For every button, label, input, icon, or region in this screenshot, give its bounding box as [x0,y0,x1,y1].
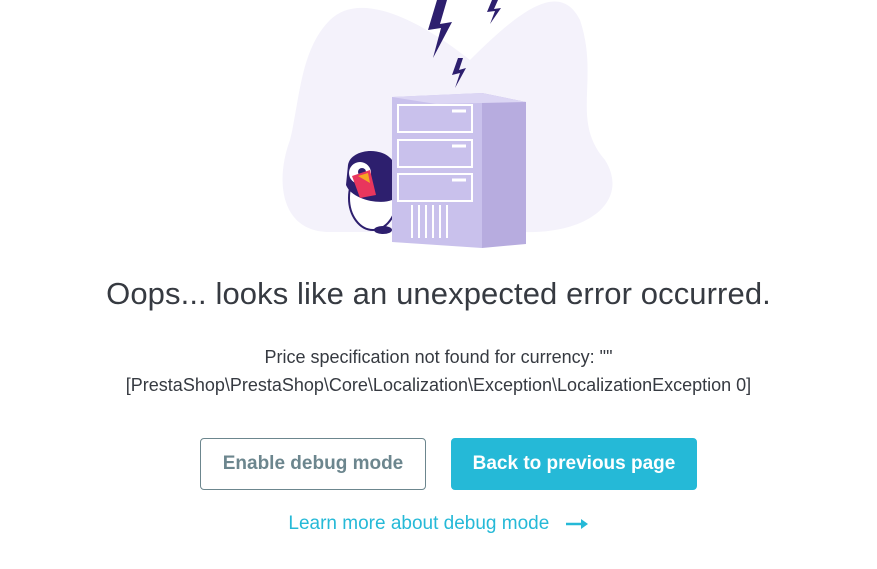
arrow-right-icon [565,518,588,529]
error-message: Price specification not found for curren… [0,343,877,399]
back-to-previous-page-button[interactable]: Back to previous page [451,438,697,490]
learn-more-debug-link[interactable]: Learn more about debug mode [0,513,877,535]
error-exception-line: [PrestaShop\PrestaShop\Core\Localization… [125,375,752,395]
error-illustration [282,0,613,248]
enable-debug-button[interactable]: Enable debug mode [200,438,426,490]
error-message-line: Price specification not found for curren… [264,347,613,367]
server-illustration [392,93,526,248]
learn-more-label: Learn more about debug mode [288,513,550,534]
error-title: Oops... looks like an unexpected error o… [106,276,771,311]
